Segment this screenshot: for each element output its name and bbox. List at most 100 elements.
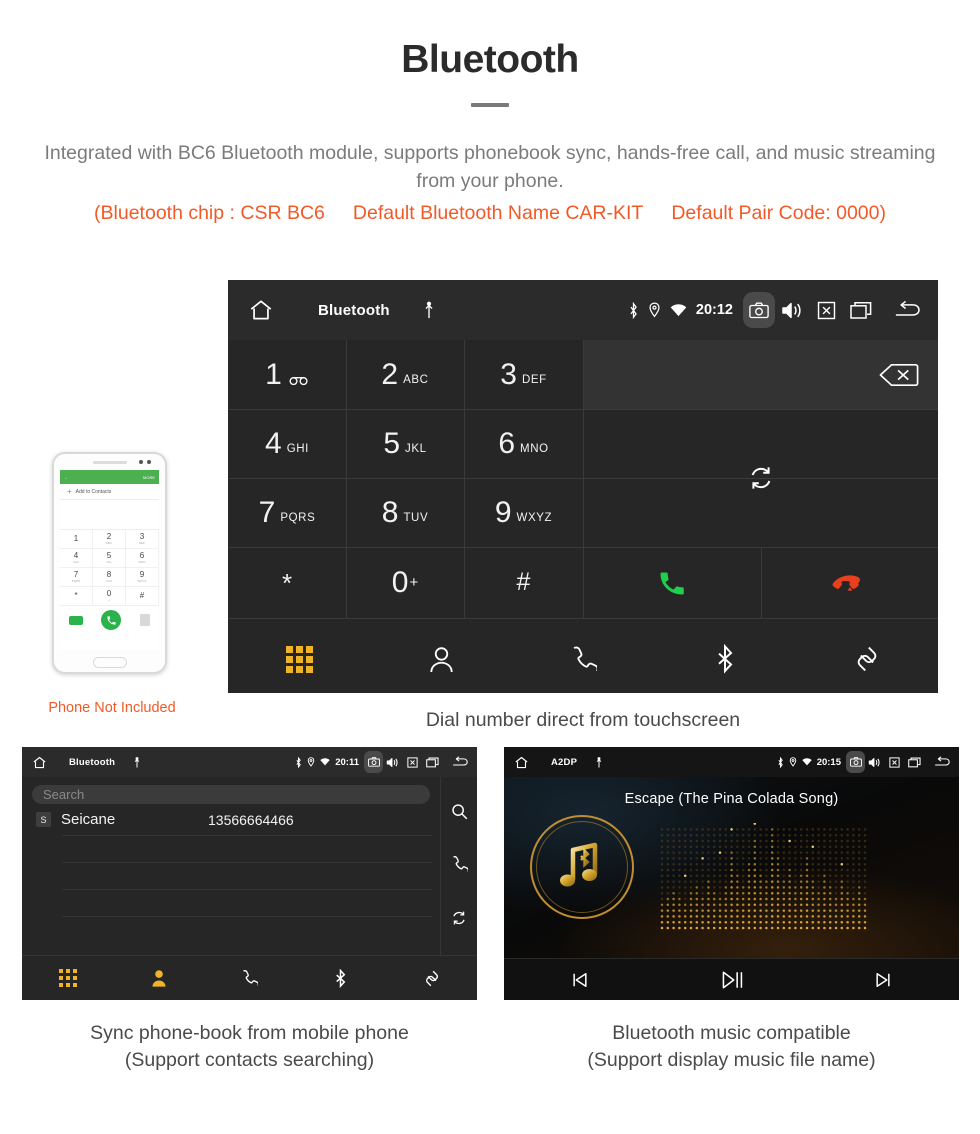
keypad-grid-line	[761, 547, 762, 618]
key-1[interactable]: 1	[228, 340, 346, 409]
home-icon[interactable]	[248, 297, 274, 323]
phone-add-contact-label: Add to Contacts	[75, 488, 112, 495]
previous-button[interactable]	[504, 970, 656, 990]
key-star[interactable]: *	[228, 547, 346, 618]
phonebook-caption-line1: Sync phone-book from mobile phone	[90, 1022, 409, 1044]
wifi-icon	[320, 758, 330, 766]
key-6-letters: MNO	[520, 442, 549, 455]
phone-key: 6 MNO	[126, 549, 159, 568]
close-box-icon[interactable]	[889, 756, 900, 768]
tab-link[interactable]	[386, 969, 477, 988]
search-placeholder: Search	[43, 787, 85, 802]
close-box-icon[interactable]	[817, 301, 836, 320]
recents-icon[interactable]	[850, 301, 872, 320]
a2dp-caption: Bluetooth music compatible (Support disp…	[504, 1020, 959, 1074]
key-2-digit: 2	[381, 357, 399, 391]
phone-key-digit: 5	[106, 551, 112, 560]
phone-key: *	[60, 587, 93, 606]
main-screen-caption: Dial number direct from touchscreen	[425, 709, 741, 731]
phone-key: 8 TUV	[93, 568, 126, 587]
play-pause-button[interactable]	[656, 969, 808, 991]
phonebook-body: Search S Seicane 13566664466	[22, 777, 440, 955]
phone-key-digit: 2	[106, 532, 112, 541]
bluetooth-icon	[777, 756, 784, 768]
back-icon[interactable]	[894, 300, 922, 320]
tab-contacts[interactable]	[113, 969, 204, 987]
camera-icon[interactable]	[846, 751, 865, 773]
sync-icon[interactable]	[450, 909, 468, 927]
tab-bluetooth[interactable]	[295, 968, 386, 988]
phone-video-call-icon	[69, 615, 84, 625]
next-button[interactable]	[807, 970, 959, 990]
close-box-icon[interactable]	[407, 756, 418, 768]
key-7[interactable]: 7 PQRS	[228, 478, 346, 547]
back-icon[interactable]	[934, 756, 951, 768]
phone-key: 3 DEF	[126, 530, 159, 549]
phone-key-letters: WXYZ	[137, 579, 147, 583]
key-hash[interactable]: #	[464, 547, 583, 618]
key-4[interactable]: 4 GHI	[228, 409, 346, 478]
main-dialer-screen: Bluetooth 20:12 1 2 ABC 3 DEF 4 GHI 5 JK…	[228, 280, 938, 693]
call-icon	[657, 568, 687, 598]
back-icon[interactable]	[452, 756, 469, 768]
phone-more-label: MORE	[143, 474, 155, 480]
a2dp-caption-line1: Bluetooth music compatible	[612, 1022, 851, 1044]
album-art	[530, 815, 634, 919]
voicemail-icon	[289, 376, 309, 386]
volume-icon[interactable]	[868, 757, 881, 768]
key-3[interactable]: 3 DEF	[464, 340, 583, 409]
tab-contacts[interactable]	[370, 646, 512, 673]
tab-link[interactable]	[796, 644, 938, 674]
plus-icon: +	[67, 487, 72, 496]
phone-key-digit: *	[74, 591, 78, 600]
key-9[interactable]: 9 WXYZ	[464, 478, 583, 547]
key-2-letters: ABC	[403, 373, 429, 386]
key-5[interactable]: 5 JKL	[346, 409, 464, 478]
call-log-icon[interactable]	[451, 855, 468, 873]
accent-specs: (Bluetooth chip : CSR BC6 Default Bluetoo…	[0, 202, 980, 225]
phone-key-letters: MNO	[138, 560, 146, 564]
tab-dialpad[interactable]	[22, 969, 113, 987]
tab-call-log[interactable]	[204, 969, 295, 987]
home-icon[interactable]	[514, 755, 529, 770]
dial-input-strip[interactable]	[583, 340, 938, 409]
key-7-digit: 7	[258, 495, 276, 529]
phone-appbar: ← MORE	[60, 470, 159, 484]
key-star-digit: *	[281, 567, 293, 598]
phone-sensor-icon	[139, 460, 143, 464]
tab-dialpad[interactable]	[228, 645, 370, 673]
tab-call-log[interactable]	[512, 645, 654, 673]
key-8[interactable]: 8 TUV	[346, 478, 464, 547]
phone-key-letters: TUV	[106, 579, 112, 583]
accent-name-text: Default Bluetooth Name CAR-KIT	[352, 202, 644, 224]
home-icon[interactable]	[32, 755, 47, 770]
camera-icon[interactable]	[364, 751, 383, 773]
volume-icon[interactable]	[386, 757, 399, 768]
camera-icon[interactable]	[743, 292, 775, 328]
phone-body: ← MORE + Add to Contacts 1 2 ABC 3 DEF 4 GHI 5 J…	[52, 452, 167, 674]
dialpad-icon	[285, 645, 313, 673]
volume-icon[interactable]	[781, 301, 803, 320]
key-2[interactable]: 2 ABC	[346, 340, 464, 409]
key-6[interactable]: 6 MNO	[464, 409, 583, 478]
contact-row[interactable]: S Seicane 13566664466	[22, 804, 440, 835]
phonebook-statusbar: Bluetooth 20:11	[22, 747, 477, 777]
key-3-digit: 3	[500, 357, 517, 391]
recents-icon[interactable]	[426, 757, 439, 768]
search-input[interactable]: Search	[32, 785, 430, 804]
hangup-button[interactable]	[761, 547, 938, 618]
main-clock: 20:12	[695, 302, 733, 318]
phonebook-screen-title: Bluetooth	[69, 756, 116, 768]
backspace-icon[interactable]	[878, 362, 920, 388]
next-icon	[873, 970, 893, 990]
call-button[interactable]	[583, 547, 761, 618]
a2dp-screen-title: A2DP	[551, 756, 578, 768]
key-4-letters: GHI	[286, 442, 309, 455]
tab-bluetooth[interactable]	[654, 644, 796, 674]
bluetooth-icon	[295, 756, 302, 768]
recents-icon[interactable]	[908, 757, 921, 768]
key-0[interactable]: 0 +	[346, 547, 464, 618]
phone-keypad: 1 2 ABC 3 DEF 4 GHI 5 JKL 6 MNO 7 PQRS 8 TUV 9 WXYZ * 0 + #	[60, 530, 159, 606]
search-icon[interactable]	[451, 803, 468, 820]
hangup-icon	[832, 572, 868, 594]
